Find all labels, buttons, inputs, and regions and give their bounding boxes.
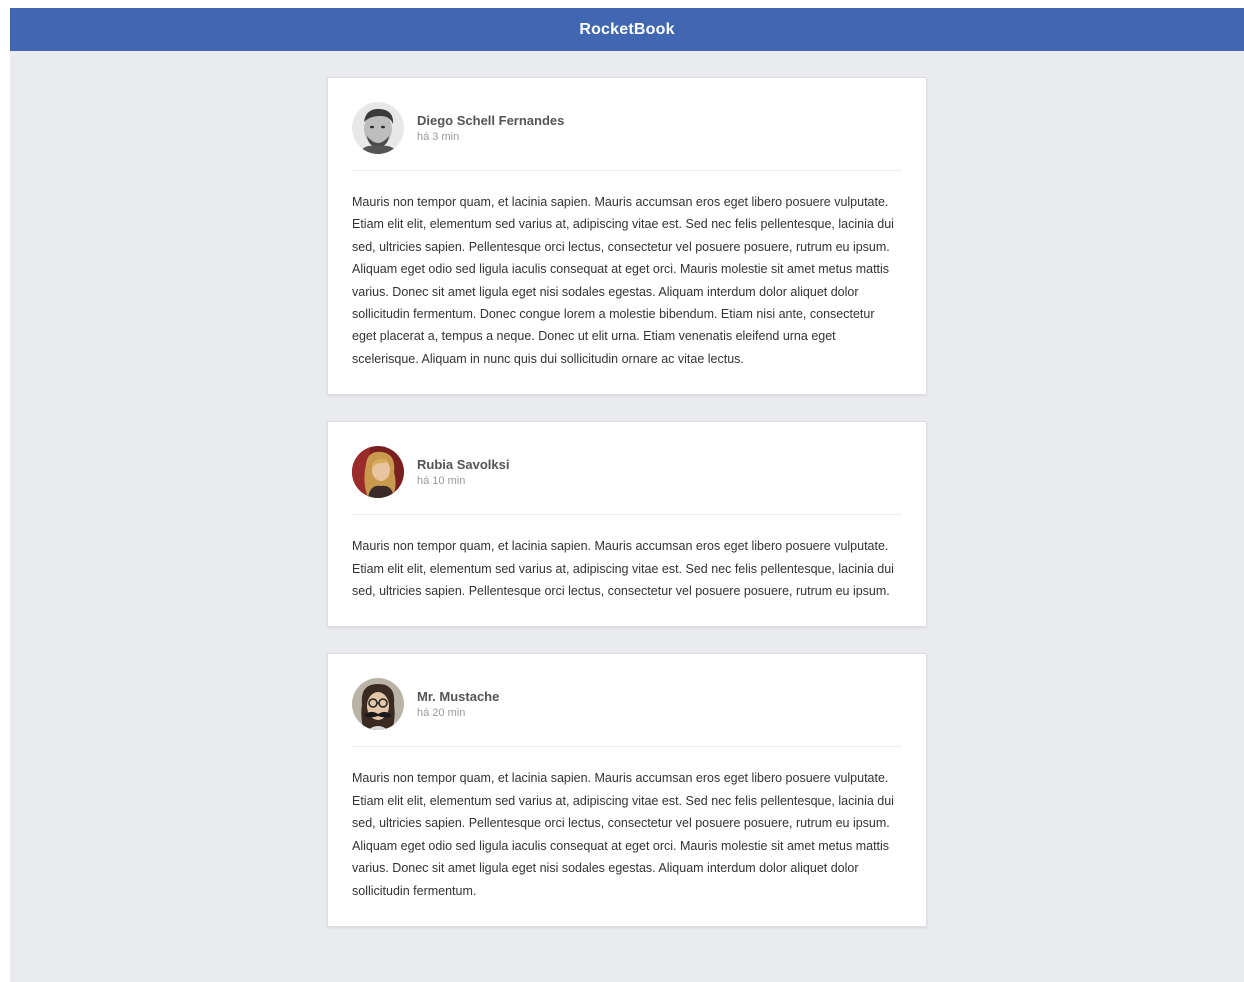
post-content: Mauris non tempor quam, et lacinia sapie… [352, 195, 894, 366]
author-avatar[interactable] [352, 102, 404, 154]
woman-with-blonde-hair-avatar-icon [352, 446, 404, 499]
person-with-glasses-and-mustache-avatar-icon [352, 678, 404, 731]
post-header: Rubia Savolksi há 10 min [352, 446, 902, 516]
post-card: Rubia Savolksi há 10 min Mauris non temp… [327, 421, 927, 628]
author-name[interactable]: Mr. Mustache [417, 688, 499, 705]
post-time: há 10 min [417, 474, 466, 487]
author-info: Mr. Mustache há 20 min [417, 688, 499, 721]
post-content: Mauris non tempor quam, et lacinia sapie… [352, 539, 894, 599]
man-with-beard-avatar-icon [352, 102, 404, 154]
author-avatar[interactable] [352, 446, 404, 499]
post-time: há 3 min [417, 130, 460, 143]
author-avatar[interactable] [352, 678, 404, 731]
author-name[interactable]: Diego Schell Fernandes [417, 112, 564, 129]
post-content: Mauris non tempor quam, et lacinia sapie… [352, 771, 894, 898]
post-card: Diego Schell Fernandes há 3 min Mauris n… [327, 77, 927, 396]
post-feed: Diego Schell Fernandes há 3 min Mauris n… [327, 77, 927, 927]
post-header: Mr. Mustache há 20 min [352, 678, 902, 748]
top-bar: RocketBook [10, 8, 1244, 51]
post-time: há 20 min [417, 706, 466, 719]
author-info: Rubia Savolksi há 10 min [417, 456, 509, 489]
brand-logo-text[interactable]: RocketBook [579, 21, 674, 39]
post-header: Diego Schell Fernandes há 3 min [352, 102, 902, 171]
post-card: Mr. Mustache há 20 min Mauris non tempor… [327, 653, 927, 927]
author-name[interactable]: Rubia Savolksi [417, 456, 509, 473]
app-window: RocketBook Diego Schell Fernandes há 3 m… [10, 8, 1244, 982]
author-info: Diego Schell Fernandes há 3 min [417, 112, 564, 145]
